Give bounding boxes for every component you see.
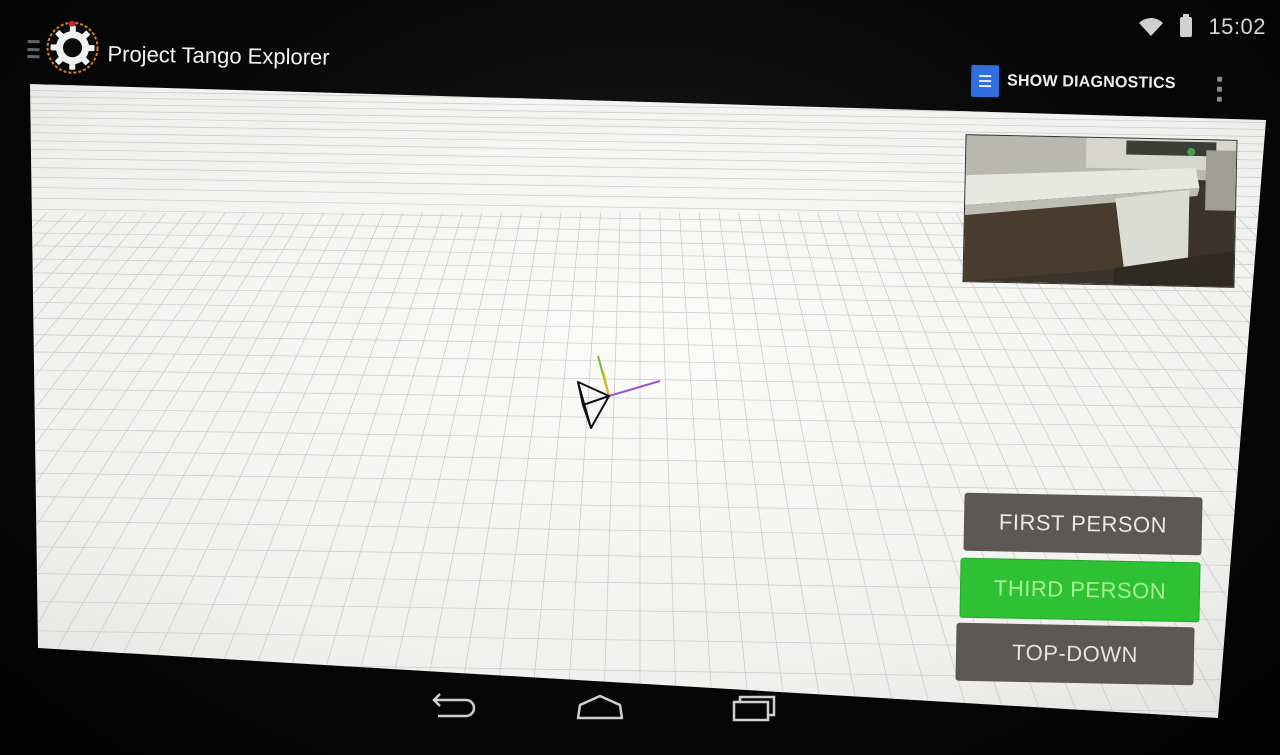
wifi-icon — [1139, 18, 1164, 36]
grid-line — [0, 213, 27, 755]
recents-icon[interactable] — [722, 680, 782, 730]
navigation-bar — [0, 680, 1280, 740]
gear-icon[interactable] — [45, 20, 100, 75]
back-icon[interactable] — [426, 680, 486, 730]
tablet-screen: 15:02 Project Tango Explorer SHOW DIAGNO… — [0, 0, 1280, 755]
battery-icon — [1180, 14, 1193, 37]
top-down-button[interactable]: TOP-DOWN — [955, 622, 1195, 686]
show-diagnostics-label: SHOW DIAGNOSTICS — [1006, 72, 1176, 93]
app-title: Project Tango Explorer — [107, 41, 330, 70]
grid-line — [1272, 213, 1280, 755]
show-diagnostics-button[interactable]: SHOW DIAGNOSTICS — [970, 64, 1176, 100]
third-person-button[interactable]: THIRD PERSON — [959, 557, 1201, 623]
grid-line — [0, 213, 8, 755]
first-person-button[interactable]: FIRST PERSON — [963, 492, 1203, 556]
drawer-indicator-icon — [27, 40, 40, 59]
home-icon[interactable] — [570, 680, 630, 730]
document-icon — [970, 64, 1000, 98]
camera-preview — [962, 134, 1238, 288]
grid-line — [1252, 212, 1266, 718]
overflow-menu-icon[interactable] — [1216, 76, 1223, 102]
